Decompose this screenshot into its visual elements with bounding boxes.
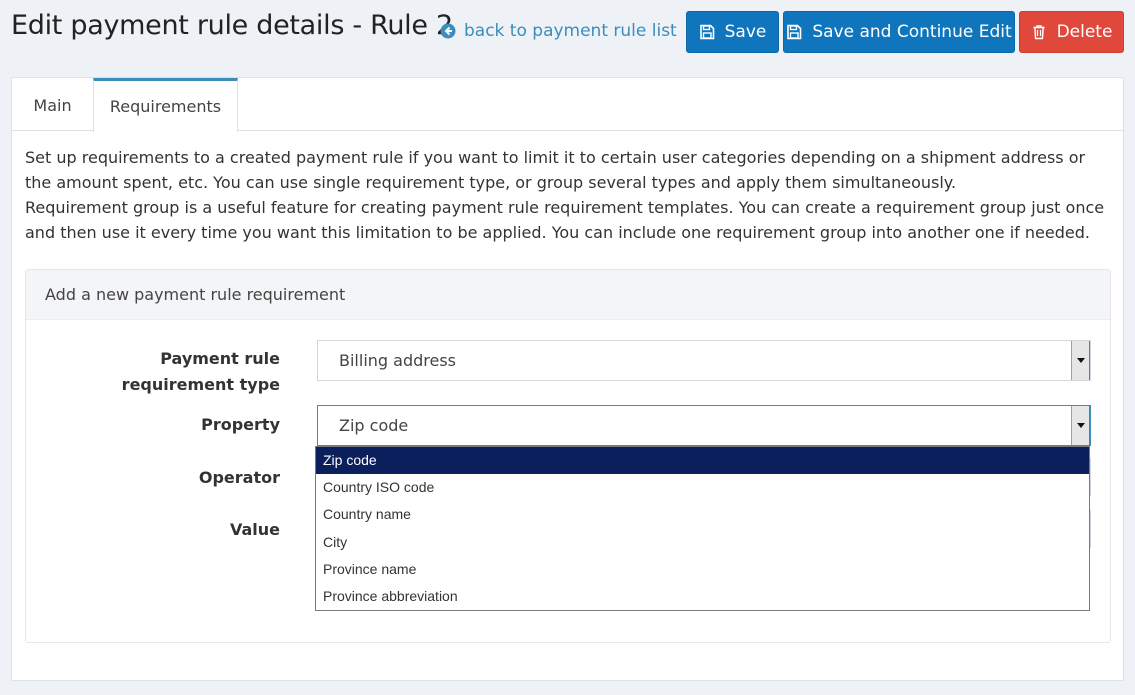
floppy-disk-icon (786, 24, 802, 40)
option-province-name[interactable]: Province name (316, 556, 1089, 583)
intro-paragraph-1: Set up requirements to a created payment… (25, 148, 1086, 192)
requirement-type-label: Payment rule requirement type (121, 349, 280, 394)
tab-main[interactable]: Main (12, 78, 93, 132)
dropdown-arrow-icon[interactable] (1071, 406, 1090, 445)
add-requirement-box: Add a new payment rule requirement Payme… (25, 269, 1111, 643)
delete-button-label: Delete (1056, 22, 1113, 42)
intro-paragraph-2: Requirement group is a useful feature fo… (25, 198, 1105, 242)
dropdown-arrow-icon[interactable] (1071, 341, 1090, 380)
delete-button[interactable]: Delete (1019, 11, 1124, 53)
option-country-name[interactable]: Country name (316, 501, 1089, 528)
trash-icon (1031, 24, 1047, 40)
requirement-type-value: Billing address (339, 351, 456, 370)
property-dropdown-list: Zip code Country ISO code Country name C… (315, 446, 1090, 611)
property-select[interactable]: Zip code (317, 405, 1091, 446)
arrow-circle-left-icon (440, 23, 456, 39)
property-value: Zip code (339, 416, 409, 435)
tab-bar: Main Requirements (12, 78, 1123, 132)
save-button[interactable]: Save (686, 11, 779, 53)
page-title: Edit payment rule details - Rule 2 (11, 10, 453, 41)
value-label: Value (229, 520, 280, 539)
property-label: Property (201, 415, 280, 434)
requirements-description: Set up requirements to a created payment… (25, 145, 1115, 245)
back-link-label: back to payment rule list (464, 21, 677, 41)
option-city[interactable]: City (316, 529, 1089, 556)
edit-panel: Main Requirements Set up requirements to… (11, 77, 1124, 681)
tab-requirements[interactable]: Requirements (93, 78, 238, 132)
option-province-abbreviation[interactable]: Province abbreviation (316, 583, 1089, 610)
add-requirement-heading: Add a new payment rule requirement (26, 270, 1110, 320)
floppy-disk-icon (699, 24, 715, 40)
operator-label: Operator (198, 468, 280, 487)
page-header: Edit payment rule details - Rule 2 back … (0, 0, 1135, 62)
option-zip-code[interactable]: Zip code (316, 447, 1089, 475)
back-to-list-link[interactable]: back to payment rule list (440, 21, 677, 41)
save-button-label: Save (724, 22, 767, 42)
save-and-continue-button[interactable]: Save and Continue Edit (783, 11, 1015, 53)
option-country-iso-code[interactable]: Country ISO code (316, 474, 1089, 501)
requirement-type-select[interactable]: Billing address (317, 340, 1091, 381)
save-and-continue-label: Save and Continue Edit (812, 22, 1012, 42)
